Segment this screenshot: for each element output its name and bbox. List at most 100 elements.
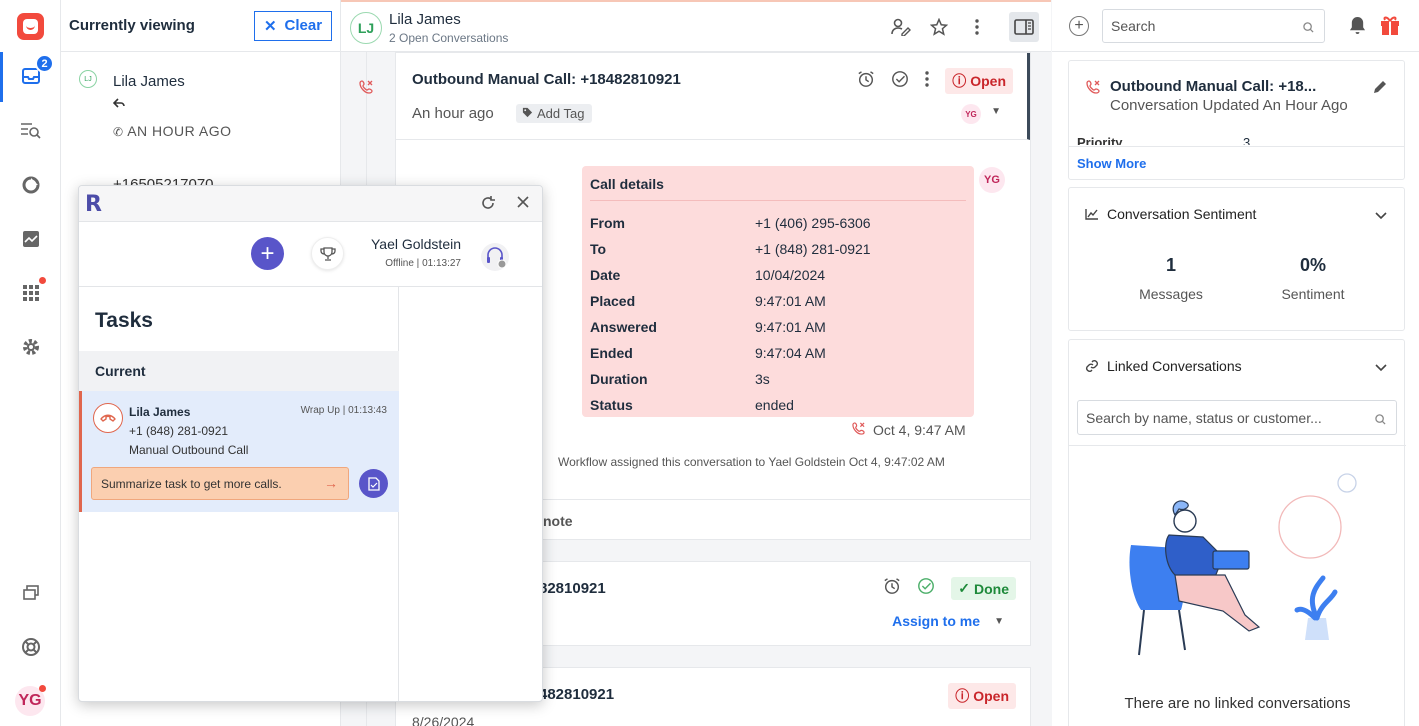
list-item-time: ✆ AN HOUR AGO <box>113 123 231 139</box>
detail-value: +1 (406) 295-6306 <box>755 215 871 231</box>
card-header: Outbound Manual Call: +18482810921 An ho… <box>396 53 1030 140</box>
chevron-down-icon[interactable] <box>1375 359 1387 377</box>
list-header: Currently viewing ✕ Clear <box>61 0 340 52</box>
conversation-header: LJ Lila James 2 Open Conversations <box>341 0 1051 52</box>
stamp-text: Oct 4, 9:47 AM <box>873 422 966 438</box>
bell-icon[interactable] <box>1349 16 1366 40</box>
widget-toolbar: + Yael Goldstein Offline | 01:13:27 <box>79 222 542 287</box>
resolved-check-icon[interactable] <box>917 577 935 600</box>
conversation-title[interactable]: 82810921 <box>539 580 606 597</box>
detail-row: From +1 (406) 295-6306 <box>590 210 966 236</box>
help-icon[interactable] <box>20 636 42 658</box>
conversation-time: An hour ago <box>412 105 494 122</box>
snooze-clock-icon[interactable] <box>857 70 875 93</box>
open-count: 2 Open Conversations <box>389 31 509 45</box>
summary-title: Outbound Manual Call: +18... <box>1110 78 1317 95</box>
resolve-check-icon[interactable] <box>891 70 909 93</box>
inbox-badge: 2 <box>35 54 54 73</box>
detail-key: Status <box>590 397 633 413</box>
tasks-pane: Tasks Current Lila James Wrap Up | 01:13… <box>79 287 399 701</box>
clear-label: Clear <box>284 17 323 34</box>
list-item[interactable]: LJ Lila James ✆ AN HOUR AGO <box>61 60 341 150</box>
phone-icon: ✆ <box>113 125 124 139</box>
assign-user-icon[interactable] <box>889 13 913 41</box>
detail-value: ended <box>755 397 794 413</box>
summary-subtitle: Conversation Updated An Hour Ago <box>1110 97 1348 114</box>
edit-pencil-icon[interactable] <box>1372 79 1388 100</box>
snooze-clock-icon[interactable] <box>883 577 901 600</box>
active-indicator <box>0 52 3 102</box>
settings-icon[interactable] <box>20 336 42 358</box>
headset-icon[interactable] <box>480 242 510 277</box>
gift-icon[interactable] <box>1379 14 1401 41</box>
status-label: Done <box>974 580 1009 597</box>
analytics-icon[interactable] <box>20 228 42 250</box>
conversation-title[interactable]: 482810921 <box>539 686 614 703</box>
detail-key: Date <box>590 267 621 283</box>
details-panel: + Search Outbound Manual Call: +18... Co… <box>1052 0 1419 726</box>
message-timestamp: Oct 4, 9:47 AM <box>852 422 966 438</box>
chevron-down-icon[interactable]: ▼ <box>994 616 1004 627</box>
section-title[interactable]: Linked Conversations <box>1107 358 1242 374</box>
star-icon[interactable] <box>927 13 951 41</box>
section-title[interactable]: Conversation Sentiment <box>1107 206 1256 222</box>
assignee-avatar[interactable]: YG <box>961 104 981 124</box>
status-badge[interactable]: ✓ Done <box>951 577 1016 600</box>
search-icon <box>1375 412 1386 428</box>
refresh-icon[interactable] <box>480 195 496 216</box>
priority-value: 3 <box>1243 135 1251 145</box>
show-more-link[interactable]: Show More <box>1069 146 1404 179</box>
search-icon <box>1303 20 1314 36</box>
agent-info: Yael Goldstein Offline | 01:13:27 <box>349 236 461 269</box>
alert-circle-icon: ⓘ <box>955 688 970 704</box>
linked-search-input[interactable]: Search by name, status or customer... <box>1077 400 1397 435</box>
app-root: 2 YG Currently viewing ✕ Clear LJ Lila J… <box>0 0 1419 726</box>
missed-call-icon <box>359 80 373 99</box>
windows-icon[interactable] <box>20 582 42 604</box>
section-header: Current <box>79 351 399 391</box>
task-item[interactable]: Lila James Wrap Up | 01:13:43 +1 (848) 2… <box>79 391 399 512</box>
message-author-avatar: YG <box>979 167 1005 193</box>
more-vertical-icon[interactable] <box>925 70 929 92</box>
card-actions: ✓ Done <box>883 577 1016 600</box>
add-icon[interactable]: + <box>1069 16 1089 36</box>
status-badge[interactable]: ⓘ Open <box>948 683 1016 709</box>
assign-to-me-link[interactable]: Assign to me <box>892 613 980 629</box>
summary-doc-icon[interactable] <box>359 469 388 498</box>
status-label: Open <box>973 688 1009 704</box>
user-avatar[interactable]: YG <box>15 685 46 716</box>
empty-state-illustration <box>1129 473 1357 656</box>
trophy-icon[interactable] <box>311 237 344 270</box>
contact-avatar[interactable]: LJ <box>350 12 382 44</box>
agent-name: Yael Goldstein <box>370 236 461 252</box>
reports-icon[interactable] <box>20 174 42 196</box>
summarize-task-button[interactable]: Summarize task to get more calls. → <box>91 467 349 500</box>
header-actions <box>889 12 1039 42</box>
chart-icon <box>1085 207 1099 225</box>
detail-value: 9:47:01 AM <box>755 319 826 335</box>
add-tag-button[interactable]: Add Tag <box>516 104 593 123</box>
more-vertical-icon[interactable] <box>965 13 989 41</box>
missed-call-icon <box>1086 80 1100 99</box>
status-badge[interactable]: ⓘ Open <box>945 68 1013 94</box>
apps-icon[interactable] <box>20 282 42 304</box>
chevron-down-icon[interactable]: ▼ <box>991 106 1001 117</box>
detail-key: To <box>590 241 607 257</box>
detail-key: Placed <box>590 293 636 309</box>
clear-button[interactable]: ✕ Clear <box>254 10 332 41</box>
detail-row: To +1 (848) 281-0921 <box>590 236 966 262</box>
new-task-button[interactable]: + <box>251 237 284 270</box>
alert-circle-icon: ⓘ <box>952 73 967 89</box>
search-list-icon[interactable] <box>20 119 42 141</box>
contact-name[interactable]: Lila James <box>389 11 461 28</box>
detail-value: 9:47:01 AM <box>755 293 826 309</box>
task-contact-name: Lila James <box>129 405 191 419</box>
conversation-title[interactable]: Outbound Manual Call: +18482810921 <box>412 71 681 88</box>
chevron-down-icon[interactable] <box>1375 207 1387 225</box>
messages-stat: 1 Messages <box>1106 255 1236 302</box>
search-input[interactable]: Search <box>1102 9 1325 43</box>
widget-titlebar: R <box>79 186 542 222</box>
close-icon[interactable] <box>516 195 530 214</box>
side-panel-toggle-icon[interactable] <box>1009 12 1039 42</box>
logo-icon[interactable] <box>17 13 44 40</box>
